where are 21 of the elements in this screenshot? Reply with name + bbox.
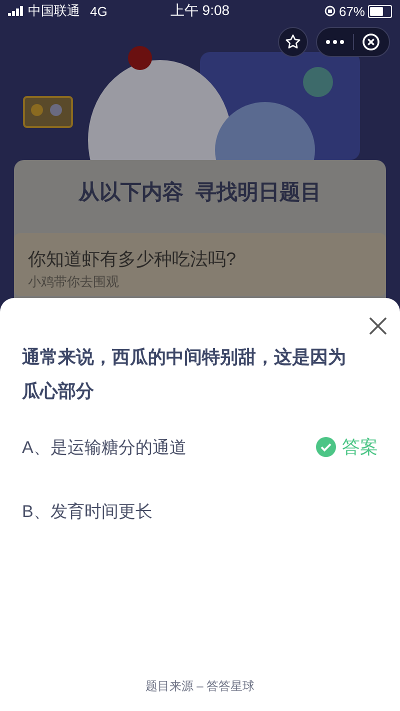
clock-time: 上午 9:08 [170, 2, 230, 18]
carrier-name: 中国联通 [28, 2, 80, 20]
favorite-button[interactable] [278, 27, 308, 57]
battery-icon [368, 4, 392, 18]
answer-label: 答案 [342, 436, 378, 459]
banner-title: 从以下内容 寻找明日题目 [78, 180, 322, 206]
more-icon [326, 40, 344, 44]
star-icon [284, 33, 302, 51]
source-text: 题目来源 – 答答星球 [145, 678, 255, 695]
article-card[interactable]: 你知道虾有多少种吃法吗? 小鸡带你去围观 [14, 233, 386, 296]
network-type: 4G [90, 4, 108, 18]
option-text[interactable]: A、是运输糖分的通道 [22, 436, 186, 458]
close-icon [362, 33, 380, 51]
battery-percent: 67% [338, 4, 365, 18]
question-text: 通常来说，西瓜的中间特别甜，这是因为瓜心部分 [22, 346, 347, 403]
article-subtitle: 小鸡带你去围观 [28, 273, 120, 291]
option-text[interactable]: B、发育时间更长 [22, 500, 152, 522]
signal-icon [8, 6, 24, 16]
article-title: 你知道虾有多少种吃法吗? [28, 248, 238, 271]
orientation-lock-icon [324, 5, 336, 17]
option-row[interactable]: B、发育时间更长 [22, 498, 378, 524]
